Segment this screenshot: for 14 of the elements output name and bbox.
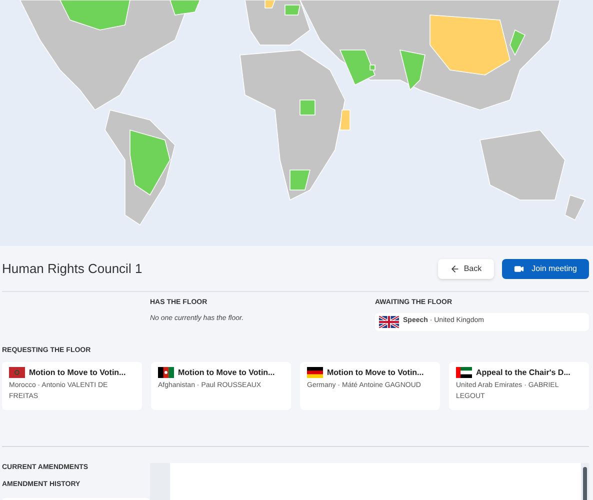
flag-icon (9, 367, 25, 378)
request-title: Motion to Move to Votin... (178, 366, 275, 378)
request-title: Motion to Move to Votin... (29, 366, 126, 378)
back-arrow-icon (450, 264, 460, 274)
flag-icon (307, 367, 323, 378)
video-camera-icon (514, 264, 524, 274)
meeting-title: Human Rights Council 1 (2, 260, 142, 278)
back-button[interactable]: Back (438, 258, 494, 278)
request-title: Appeal to the Chair's D... (476, 366, 570, 378)
flag-icon (379, 316, 399, 328)
flag-icon (158, 367, 174, 378)
request-title: Motion to Move to Votin... (327, 366, 424, 378)
flag-icon (456, 367, 472, 378)
join-meeting-button[interactable]: Join meeting (502, 258, 589, 278)
